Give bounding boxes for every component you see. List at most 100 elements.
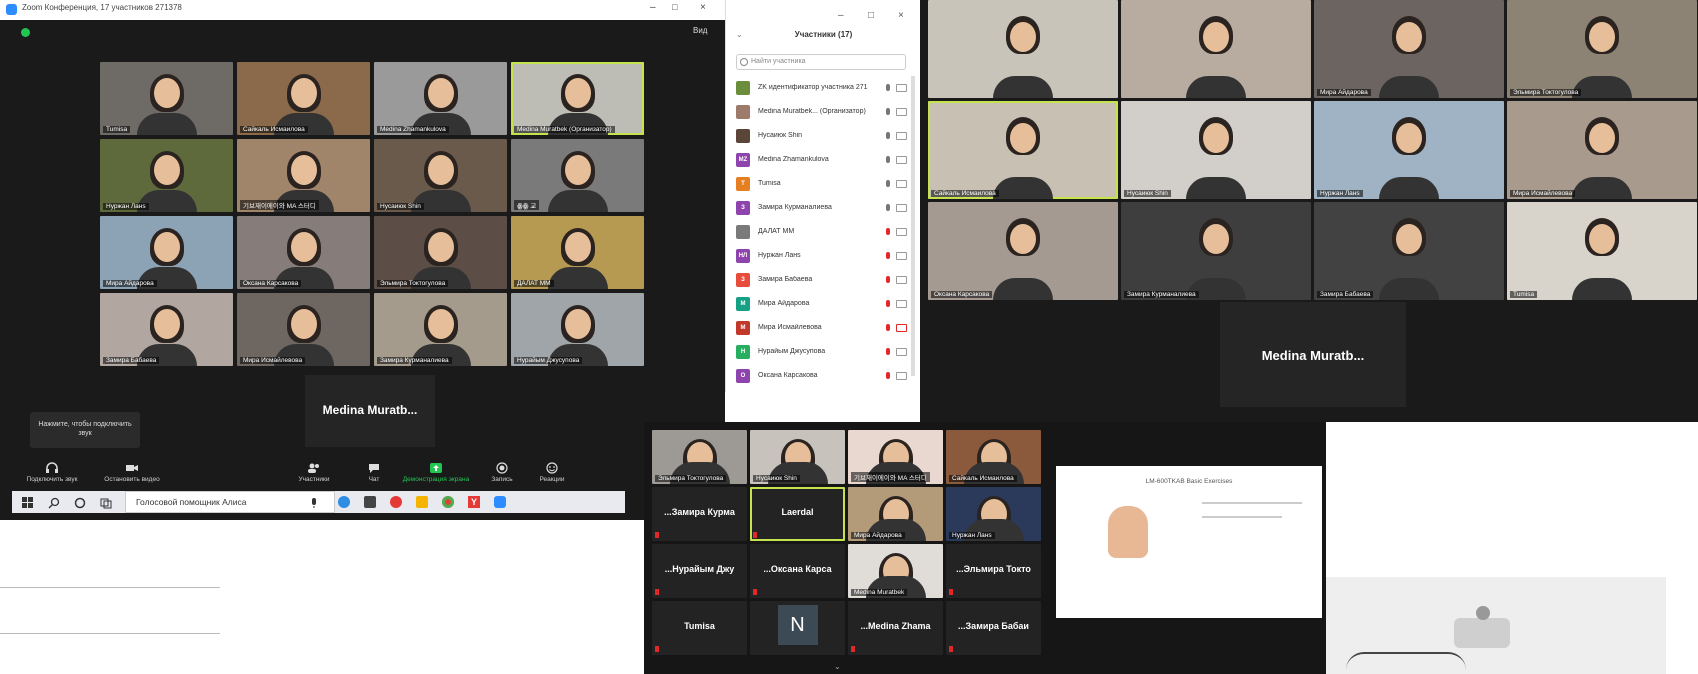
name-only-tile-2[interactable]: Medina Muratb... — [1220, 302, 1406, 407]
camera-icon[interactable] — [896, 252, 907, 260]
participant-video-tile[interactable]: 기브재이에이와 MA 스터디 — [848, 430, 943, 484]
yandex-icon[interactable]: Y — [468, 496, 480, 508]
participant-video-tile[interactable] — [928, 0, 1118, 98]
mic-icon[interactable] — [886, 156, 890, 163]
participant-name-tile[interactable]: Laerdal — [750, 487, 845, 541]
participant-name-tile[interactable]: Замира Курма... — [652, 487, 747, 541]
muted-mic-icon[interactable] — [886, 348, 890, 355]
participant-video-tile[interactable]: Мира Айдарова — [1314, 0, 1504, 98]
participant-row[interactable]: О Оксана Карсакова — [736, 364, 911, 388]
windows-start-icon[interactable] — [22, 496, 34, 508]
participant-video-tile[interactable]: Нусаиюк Shin — [1121, 101, 1311, 199]
participant-video-tile[interactable]: Замира Курманалиева — [374, 293, 507, 366]
name-only-tile[interactable]: Medina Muratb... — [305, 375, 435, 447]
camera-icon[interactable] — [896, 204, 907, 212]
participant-row[interactable]: З Замира Бабаева — [736, 268, 911, 292]
participant-name-tile[interactable]: Tumisa — [652, 601, 747, 655]
participant-video-tile[interactable]: ꙮꙮ 교 — [511, 139, 644, 212]
join-audio-tooltip[interactable]: Нажмите, чтобы подключить звук — [30, 412, 140, 448]
participant-video-tile[interactable]: Замира Бабаева — [1314, 202, 1504, 300]
cortana-icon[interactable] — [74, 496, 86, 509]
camera-icon[interactable] — [896, 372, 907, 380]
panel-minimize-icon[interactable]: – — [838, 10, 844, 21]
participant-row[interactable]: НЛ Нуржан Ланs — [736, 244, 911, 268]
participant-row[interactable]: М Мира Айдарова — [736, 292, 911, 316]
search-icon[interactable] — [48, 496, 60, 509]
participant-video-tile[interactable]: Сайкаль Исмаилова — [946, 430, 1041, 484]
participant-video-tile[interactable]: Замира Курманалиева — [1121, 202, 1311, 300]
participant-video-tile[interactable]: Замира Бабаева — [100, 293, 233, 366]
zoom-taskbar-icon[interactable] — [494, 496, 506, 508]
muted-mic-icon[interactable] — [886, 324, 890, 331]
stop-video-button[interactable]: Остановить видео — [94, 458, 170, 494]
participant-video-tile[interactable]: Нуржан Ланs — [946, 487, 1041, 541]
participant-video-tile[interactable] — [1121, 0, 1311, 98]
edge-browser-icon[interactable] — [338, 496, 350, 508]
mic-icon[interactable] — [886, 180, 890, 187]
muted-mic-icon[interactable] — [886, 276, 890, 283]
mic-icon[interactable] — [886, 108, 890, 115]
store-icon[interactable] — [364, 496, 376, 508]
participant-video-tile[interactable]: ДАЛАТ MM — [511, 216, 644, 289]
participant-row[interactable]: ZK идентификатор участника 271378 — [736, 76, 911, 100]
participant-video-tile[interactable]: 기브재이에이와 MA 스터디 — [237, 139, 370, 212]
microphone-icon[interactable] — [308, 496, 320, 508]
muted-mic-icon[interactable] — [886, 372, 890, 379]
file-explorer-icon[interactable] — [416, 496, 428, 508]
participant-video-tile[interactable]: Нуржан Ланs — [1314, 101, 1504, 199]
taskbar-search-box[interactable]: Голосовой помощник Алиса — [125, 491, 335, 513]
participant-video-tile[interactable]: Medina Muratbek (Организатор) — [511, 62, 644, 135]
view-button[interactable]: Вид — [693, 26, 707, 35]
participant-name-tile[interactable]: Оксана Карса... — [750, 544, 845, 598]
close-icon[interactable]: × — [700, 2, 706, 13]
participant-row[interactable]: ДАЛАТ MM — [736, 220, 911, 244]
mic-icon[interactable] — [886, 132, 890, 139]
yandex-browser-icon[interactable] — [390, 496, 402, 508]
participant-video-tile[interactable]: Мира Айдарова — [100, 216, 233, 289]
participant-video-tile[interactable]: Нуржан Ланs — [100, 139, 233, 212]
participant-name-tile[interactable]: N — [750, 601, 845, 655]
participant-video-tile[interactable]: Мира Исмайлевова — [1507, 101, 1697, 199]
participant-video-tile[interactable]: Оксана Карсакова — [237, 216, 370, 289]
camera-icon[interactable] — [896, 84, 907, 92]
camera-icon[interactable] — [896, 156, 907, 164]
participant-row[interactable]: MZ Medina Zhamankulova — [736, 148, 911, 172]
scroll-down-chevron-icon[interactable]: ⌄ — [834, 662, 854, 672]
camera-icon[interactable] — [896, 348, 907, 356]
participant-row[interactable]: T Tumisa — [736, 172, 911, 196]
participant-video-tile[interactable]: Эльмира Токтогулова — [652, 430, 747, 484]
participant-video-tile[interactable]: Мира Исмайлевова — [237, 293, 370, 366]
maximize-icon[interactable]: □ — [672, 2, 677, 12]
camera-icon[interactable] — [896, 108, 907, 116]
participant-name-tile[interactable]: Замира Бабаи... — [946, 601, 1041, 655]
participants-scrollbar[interactable] — [911, 76, 915, 376]
camera-icon[interactable] — [896, 132, 907, 140]
mic-icon[interactable] — [886, 84, 890, 91]
mic-icon[interactable] — [886, 204, 890, 211]
participant-video-tile[interactable]: Tumisa — [1507, 202, 1697, 300]
participant-row[interactable]: Medina Muratbek... (Организатор) — [736, 100, 911, 124]
participant-row[interactable]: З Замира Курманалиева — [736, 196, 911, 220]
participant-video-tile[interactable]: Сайкаль Исмаилова — [928, 101, 1118, 199]
participant-video-tile[interactable]: Medina Zhamankulova — [374, 62, 507, 135]
chrome-icon[interactable] — [442, 496, 454, 508]
task-view-icon[interactable] — [100, 496, 112, 509]
join-audio-button[interactable]: Подключить звук — [14, 458, 90, 494]
muted-mic-icon[interactable] — [886, 300, 890, 307]
participant-name-tile[interactable]: Эльмира Токто... — [946, 544, 1041, 598]
share-screen-button[interactable]: Демонстрация экрана — [398, 458, 474, 494]
participant-video-tile[interactable]: Оксана Карсакова — [928, 202, 1118, 300]
participant-name-tile[interactable]: Нурайым Джу... — [652, 544, 747, 598]
participant-video-tile[interactable]: Tumisa — [100, 62, 233, 135]
camera-icon[interactable] — [896, 276, 907, 284]
participant-row[interactable]: Нусаиюк Shin — [736, 124, 911, 148]
participant-video-tile[interactable]: Эльмира Токтогулова — [1507, 0, 1697, 98]
participant-video-tile[interactable]: Нусаиюк Shin — [374, 139, 507, 212]
participant-video-tile[interactable]: Эльмира Токтогулова — [374, 216, 507, 289]
minimize-icon[interactable]: – — [650, 2, 656, 13]
participant-video-tile[interactable]: Мира Айдарова — [848, 487, 943, 541]
participant-video-tile[interactable]: Сайкаль Исмаилова — [237, 62, 370, 135]
panel-close-icon[interactable]: × — [898, 10, 904, 21]
camera-icon[interactable] — [896, 300, 907, 308]
participant-search-input[interactable]: Найти участника — [736, 54, 906, 70]
